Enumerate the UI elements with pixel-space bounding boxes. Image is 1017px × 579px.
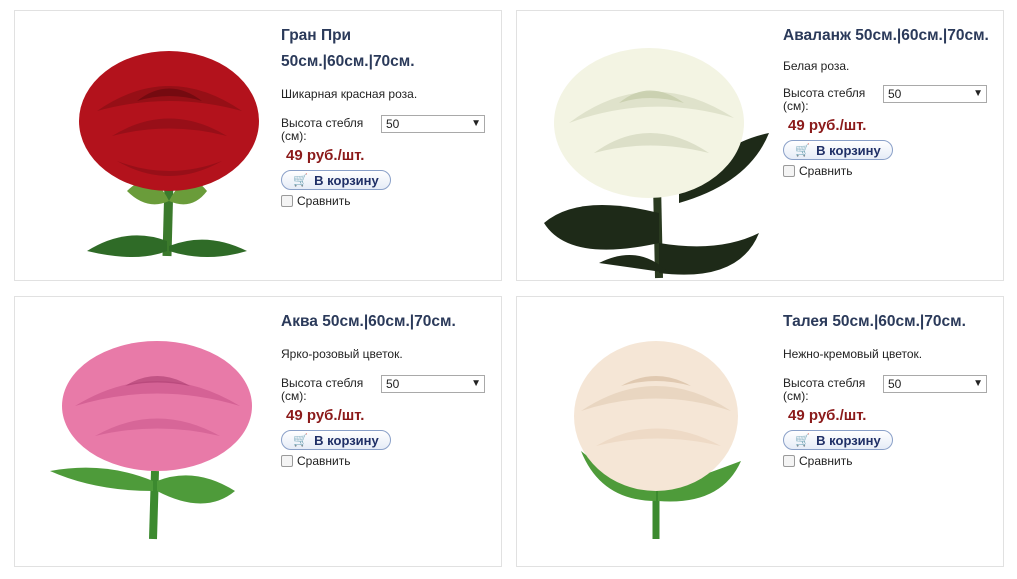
rose-image	[79, 51, 259, 257]
chevron-down-icon: ▼	[471, 118, 481, 129]
compare-checkbox[interactable]: Сравнить	[783, 164, 995, 178]
compare-label: Сравнить	[297, 194, 351, 208]
product-photo[interactable]	[561, 341, 751, 541]
checkbox[interactable]	[783, 455, 795, 467]
checkbox[interactable]	[281, 195, 293, 207]
compare-checkbox[interactable]: Сравнить	[783, 454, 995, 468]
product-photo[interactable]	[45, 341, 275, 541]
stem-height-value: 50	[386, 117, 400, 131]
stem-height-select[interactable]: 50 ▼	[883, 85, 987, 103]
add-to-cart-button[interactable]: 🛒 В корзину	[281, 170, 391, 190]
stem-height-label: Высота стебля (см):	[281, 376, 364, 403]
chevron-down-icon: ▼	[471, 378, 481, 389]
add-to-cart-button[interactable]: 🛒 В корзину	[281, 430, 391, 450]
rose-image	[50, 341, 252, 540]
compare-checkbox[interactable]: Сравнить	[281, 194, 493, 208]
product-description: Шикарная красная роза.	[281, 87, 418, 101]
cart-icon: 🛒	[795, 433, 811, 447]
checkbox[interactable]	[783, 165, 795, 177]
product-card-taleya: Талея 50см.|60см.|70см. Нежно-кремовый ц…	[516, 296, 1004, 567]
stem-height-label: Высота стебля (см):	[783, 86, 866, 113]
stem-height-select[interactable]: 50 ▼	[381, 375, 485, 393]
stem-height-label: Высота стебля (см):	[281, 116, 364, 143]
chevron-down-icon: ▼	[973, 378, 983, 389]
stem-height-value: 50	[888, 87, 902, 101]
add-to-cart-button[interactable]: 🛒 В корзину	[783, 430, 893, 450]
stem-height-value: 50	[386, 377, 400, 391]
rose-image	[544, 48, 769, 279]
cart-icon: 🛒	[293, 433, 309, 447]
compare-label: Сравнить	[297, 454, 351, 468]
cart-icon: 🛒	[293, 173, 309, 187]
product-price: 49 руб./шт.	[788, 407, 867, 424]
product-description: Ярко-розовый цветок.	[281, 347, 403, 361]
product-card-aqua: Аква 50см.|60см.|70см. Ярко-розовый цвет…	[14, 296, 502, 567]
add-to-cart-label: В корзину	[816, 142, 881, 158]
product-description: Белая роза.	[783, 59, 850, 73]
product-price: 49 руб./шт.	[286, 407, 365, 424]
rose-image	[574, 341, 741, 539]
product-title[interactable]: Аваланж 50см.|60см.|70см.	[783, 23, 995, 49]
cart-icon: 🛒	[795, 143, 811, 157]
stem-height-value: 50	[888, 377, 902, 391]
product-photo[interactable]	[57, 41, 287, 271]
add-to-cart-button[interactable]: 🛒 В корзину	[783, 140, 893, 160]
add-to-cart-label: В корзину	[314, 172, 379, 188]
stem-height-label: Высота стебля (см):	[783, 376, 866, 403]
product-title[interactable]: Аква 50см.|60см.|70см.	[281, 309, 493, 335]
stem-height-select[interactable]: 50 ▼	[381, 115, 485, 133]
product-photo[interactable]	[539, 43, 774, 281]
product-price: 49 руб./шт.	[788, 117, 867, 134]
stem-height-select[interactable]: 50 ▼	[883, 375, 987, 393]
add-to-cart-label: В корзину	[314, 432, 379, 448]
add-to-cart-label: В корзину	[816, 432, 881, 448]
product-price: 49 руб./шт.	[286, 147, 365, 164]
chevron-down-icon: ▼	[973, 88, 983, 99]
compare-checkbox[interactable]: Сравнить	[281, 454, 493, 468]
product-card-avalanche: Аваланж 50см.|60см.|70см. Белая роза. Вы…	[516, 10, 1004, 281]
product-title-sizes[interactable]: 50см.|60см.|70см.	[281, 49, 493, 75]
checkbox[interactable]	[281, 455, 293, 467]
compare-label: Сравнить	[799, 454, 853, 468]
product-card-gran-pri: Гран При 50см.|60см.|70см. Шикарная крас…	[14, 10, 502, 281]
product-title[interactable]: Гран При	[281, 23, 493, 49]
product-description: Нежно-кремовый цветок.	[783, 347, 923, 361]
compare-label: Сравнить	[799, 164, 853, 178]
product-title[interactable]: Талея 50см.|60см.|70см.	[783, 309, 995, 335]
